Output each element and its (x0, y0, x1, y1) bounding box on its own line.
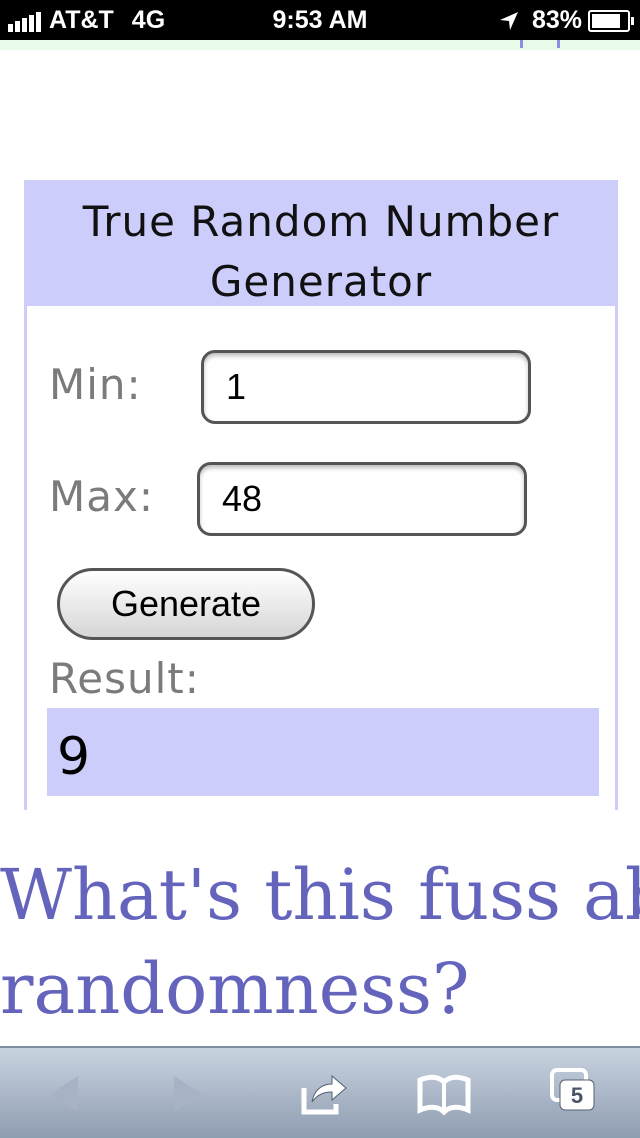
page-top-strip (0, 40, 640, 50)
cropped-page-mark (520, 40, 560, 48)
result-value: 9 (47, 708, 599, 796)
tabs-icon[interactable]: 5 (546, 1064, 602, 1120)
share-icon[interactable] (296, 1066, 352, 1122)
page-heading-line-1: What's this fuss about (0, 854, 640, 936)
widget-header: True Random Number Generator (27, 180, 615, 306)
battery-level-fill (592, 13, 620, 28)
min-label: Min: (49, 360, 142, 409)
widget-title: True Random Number Generator (82, 197, 560, 306)
battery-percentage: 83% (531, 6, 582, 34)
battery-icon (588, 9, 634, 32)
location-arrow-icon (499, 11, 518, 30)
max-label: Max: (49, 472, 154, 521)
status-bar: AT&T 4G 9:53 AM 83% (0, 0, 640, 40)
page-heading-line-2: randomness? (0, 948, 470, 1030)
back-icon[interactable] (36, 1066, 92, 1122)
forward-icon[interactable] (160, 1066, 216, 1122)
random-number-widget: True Random Number Generator Min: 1 Max:… (24, 180, 618, 810)
max-input[interactable]: 48 (197, 462, 527, 536)
result-label: Result: (49, 654, 200, 703)
generate-button[interactable]: Generate (57, 568, 315, 640)
tab-count: 5 (570, 1083, 584, 1108)
bookmarks-icon[interactable] (416, 1066, 472, 1122)
page-heading: What's this fuss about randomness? (0, 848, 640, 1036)
min-input[interactable]: 1 (201, 350, 531, 424)
status-right: 83% (498, 6, 634, 35)
browser-toolbar: 5 (0, 1046, 640, 1138)
